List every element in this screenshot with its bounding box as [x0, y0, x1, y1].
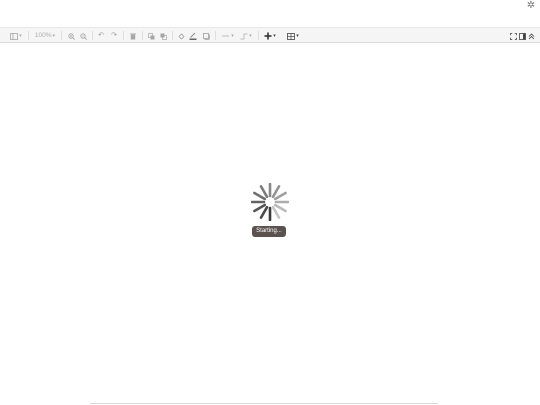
shadow-icon [202, 32, 210, 40]
gear-icon[interactable]: ✲ [526, 1, 536, 11]
spinner-spoke [273, 191, 287, 201]
fill-color-icon [177, 32, 185, 40]
toolbar-separator [258, 31, 259, 40]
format-panel-icon [519, 32, 526, 40]
delete-button[interactable] [128, 28, 138, 44]
connection-icon [222, 33, 230, 39]
toolbar-separator [142, 31, 143, 40]
fill-color-button[interactable] [176, 28, 186, 44]
toolbar-separator [61, 31, 62, 40]
line-color-button[interactable] [188, 28, 198, 44]
table-icon [287, 32, 296, 40]
loading-spinner-icon [250, 182, 290, 222]
undo-icon: ↶ [98, 32, 104, 39]
toolbar-separator [172, 31, 173, 40]
view-icon [10, 32, 19, 40]
spinner-spoke [271, 205, 281, 219]
undo-button[interactable]: ↶ [96, 28, 106, 44]
redo-button[interactable]: ↷ [109, 28, 119, 44]
zoom-out-button[interactable] [78, 28, 88, 44]
chevron-down-icon: ▾ [231, 33, 234, 39]
shadow-button[interactable] [201, 28, 211, 44]
zoom-out-icon [79, 32, 87, 40]
toolbar: ▾ 100% ▾ ↶ ↷ ▾ ▾ ▾ ▾ [0, 27, 540, 43]
toolbar-separator [92, 31, 93, 40]
table-button[interactable]: ▾ [285, 28, 301, 44]
spinner-spoke [253, 191, 267, 201]
bottom-divider [90, 403, 438, 404]
to-back-button[interactable] [158, 28, 168, 44]
spinner-spoke [271, 185, 281, 199]
zoom-select[interactable]: 100% ▾ [33, 28, 57, 44]
fullscreen-icon [510, 32, 517, 40]
toolbar-separator [28, 31, 29, 40]
insert-icon [264, 32, 272, 40]
spinner-spoke [259, 185, 269, 199]
toolbar-separator [215, 31, 216, 40]
redo-icon: ↷ [111, 32, 117, 39]
status-badge: Starting... [252, 226, 286, 237]
view-button[interactable]: ▾ [8, 28, 24, 44]
format-panel-button[interactable] [518, 28, 527, 44]
zoom-in-button[interactable] [66, 28, 76, 44]
line-color-icon [189, 32, 197, 40]
to-front-button[interactable] [146, 28, 156, 44]
insert-button[interactable]: ▾ [262, 28, 278, 44]
waypoints-button[interactable]: ▾ [238, 28, 254, 44]
spinner-spoke [273, 203, 287, 213]
zoom-value: 100% [34, 32, 52, 39]
chevron-down-icon: ▾ [249, 33, 252, 39]
toolbar-separator [123, 31, 124, 40]
fullscreen-button[interactable] [509, 28, 518, 44]
chevron-down-icon: ▾ [296, 33, 299, 39]
chevron-down-icon: ▾ [52, 33, 56, 39]
spinner-spoke [259, 205, 269, 219]
collapse-button[interactable] [527, 28, 536, 44]
to-front-icon [147, 32, 155, 40]
waypoints-icon [240, 33, 248, 40]
chevron-down-icon: ▾ [19, 33, 22, 39]
top-bar: ✲ [0, 0, 540, 26]
zoom-in-icon [67, 32, 75, 40]
collapse-icon [528, 32, 535, 40]
to-back-icon [160, 33, 167, 40]
chevron-down-icon: ▾ [273, 33, 276, 39]
spinner-spoke [253, 203, 267, 213]
connection-button[interactable]: ▾ [220, 28, 236, 44]
delete-icon [130, 33, 136, 40]
